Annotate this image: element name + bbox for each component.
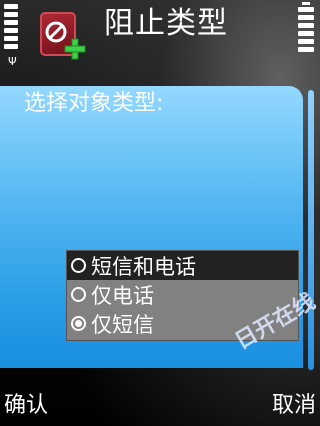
scrollbar[interactable] bbox=[308, 90, 314, 370]
option-sms-and-call[interactable]: 短信和电话 bbox=[67, 251, 298, 280]
option-label: 仅电话 bbox=[91, 283, 154, 308]
battery-level-icon bbox=[298, 2, 314, 55]
confirm-softkey[interactable]: 确认 bbox=[4, 392, 48, 420]
signal-strength-icon: Ψ bbox=[4, 4, 18, 67]
option-label: 短信和电话 bbox=[91, 254, 196, 279]
page-title: 阻止类型 bbox=[104, 6, 228, 41]
block-contact-add-icon bbox=[40, 12, 86, 60]
radio-selected-icon bbox=[71, 316, 86, 331]
prompt-label: 选择对象类型: bbox=[24, 91, 164, 116]
option-call-only[interactable]: 仅电话 bbox=[67, 280, 298, 309]
cancel-softkey[interactable]: 取消 bbox=[272, 392, 316, 420]
option-label: 仅短信 bbox=[91, 312, 154, 337]
radio-unselected-icon bbox=[71, 287, 86, 302]
radio-unselected-icon bbox=[71, 258, 86, 273]
